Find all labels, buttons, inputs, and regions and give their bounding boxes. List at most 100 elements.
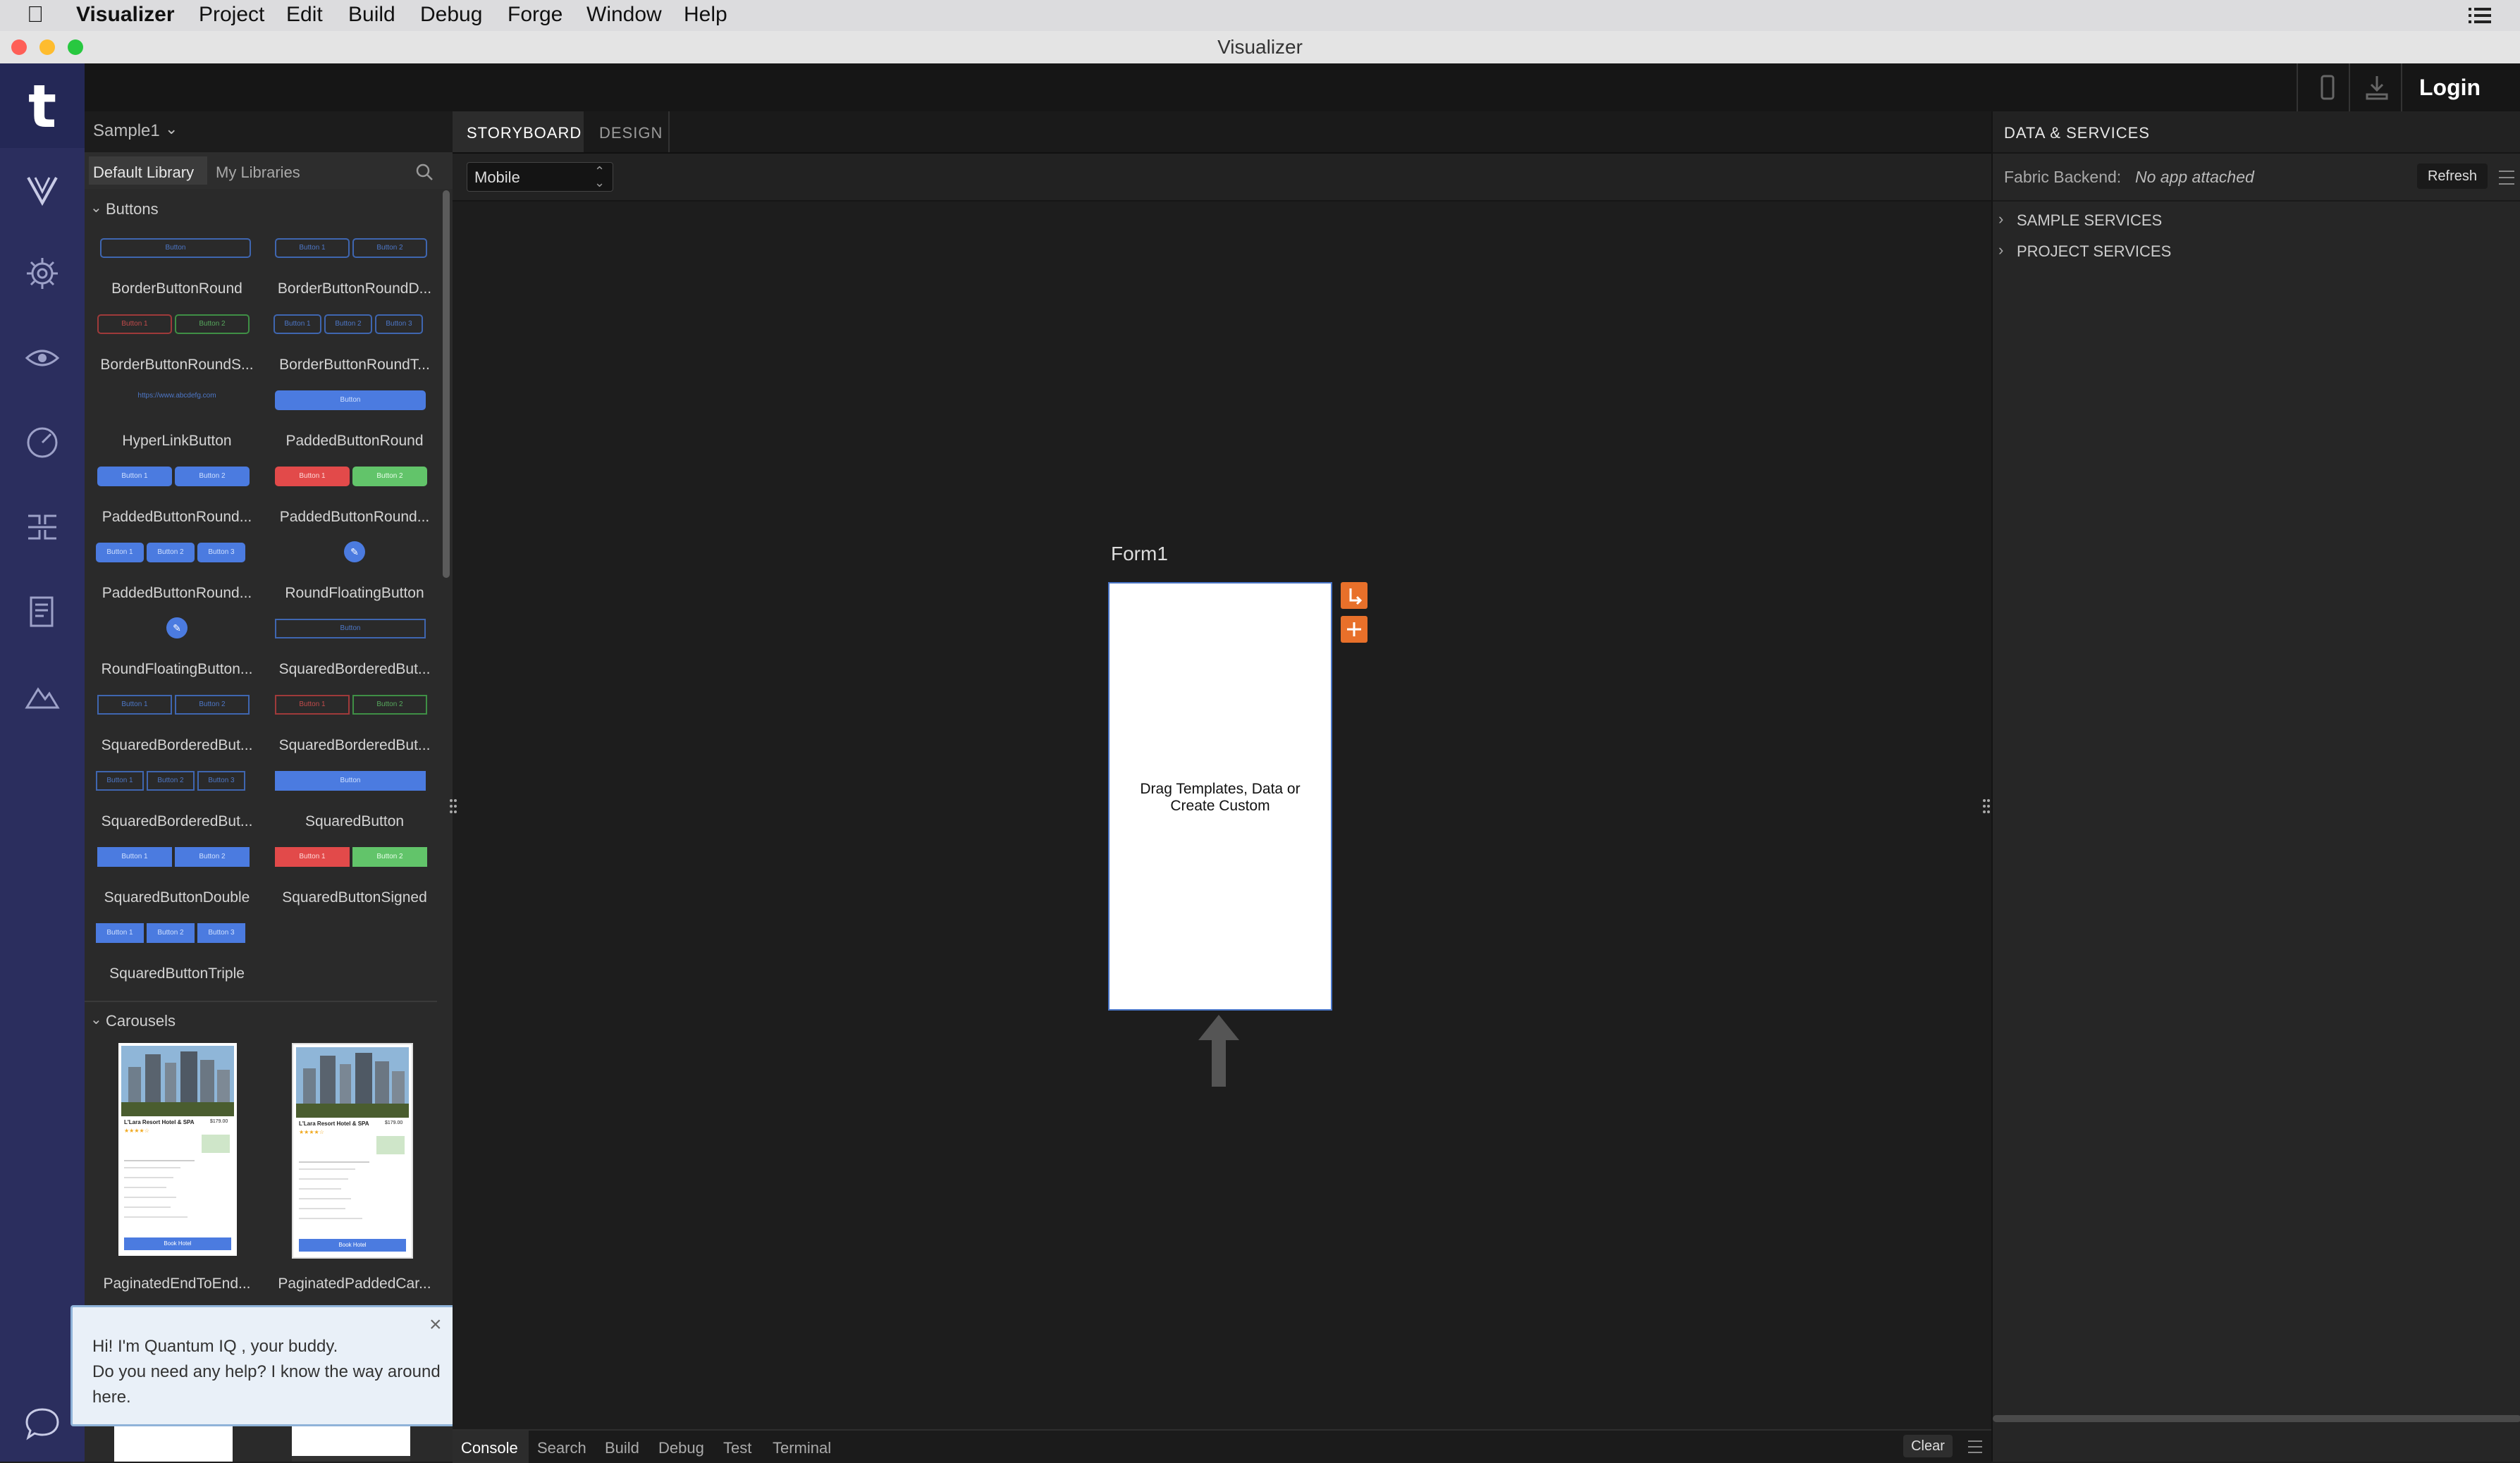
hotel-photo-image xyxy=(121,1046,234,1116)
tile-label: HyperLinkButton xyxy=(122,433,232,449)
chevron-right-icon: › xyxy=(1998,241,2004,259)
preview-button: Button xyxy=(275,619,426,638)
horizontal-scrollbar[interactable] xyxy=(1993,1415,2520,1422)
divider xyxy=(2297,63,2298,111)
right-splitter-handle[interactable] xyxy=(1981,774,1991,844)
tile-label: RoundFloatingButton xyxy=(285,585,424,601)
tile-padded-button-round-triple[interactable]: Button 1 Button 2 Button 3 PaddedButtonR… xyxy=(89,537,265,607)
hotel-photo-image xyxy=(296,1047,409,1118)
left-splitter-handle[interactable] xyxy=(448,774,458,844)
tile-border-button-round-triple[interactable]: Button 1 Button 2 Button 3 BorderButtonR… xyxy=(266,309,443,379)
preview-button: Button 1 xyxy=(273,314,321,334)
chevron-down-icon[interactable]: ⌄ xyxy=(165,120,178,138)
tile-squared-bordered-button-triple[interactable]: Button 1 Button 2 Button 3 SquaredBorder… xyxy=(89,765,265,836)
apple-logo-icon[interactable]:  xyxy=(27,1,44,27)
tile-label: BorderButtonRoundD... xyxy=(277,280,432,297)
library-scrollbar[interactable] xyxy=(443,190,450,578)
temenos-logo[interactable]: t xyxy=(0,63,85,148)
form-title[interactable]: Form1 xyxy=(1111,543,1168,565)
add-form-button[interactable] xyxy=(1341,616,1367,643)
refresh-button[interactable]: Refresh xyxy=(2417,163,2488,189)
close-icon[interactable]: × xyxy=(429,1313,442,1337)
tile-label: SquaredButtonDouble xyxy=(104,889,250,906)
download-icon[interactable] xyxy=(2363,73,2391,101)
tile-squared-button-triple[interactable]: Button 1 Button 2 Button 3 SquaredButton… xyxy=(89,918,265,988)
device-select-value: Mobile xyxy=(474,168,520,186)
visualizer-v-icon[interactable] xyxy=(21,169,63,211)
tile-squared-button-signed[interactable]: Button 1 Button 2 SquaredButtonSigned xyxy=(266,841,443,912)
tile-squared-bordered-button[interactable]: Button SquaredBorderedBut... xyxy=(266,613,443,684)
landscape-icon[interactable] xyxy=(21,675,63,717)
login-button[interactable]: Login xyxy=(2419,75,2481,101)
tile-padded-button-round-double[interactable]: Button 1 Button 2 PaddedButtonRound... xyxy=(89,461,265,531)
chat-bubble-icon[interactable] xyxy=(21,1402,63,1445)
preview-button: Button 2 xyxy=(175,467,250,486)
tile-label: SquaredButtonTriple xyxy=(109,965,245,982)
device-select[interactable]: Mobile ⌃ ⌄ xyxy=(467,162,613,192)
preview-button: Button 2 xyxy=(352,238,427,258)
menu-edit[interactable]: Edit xyxy=(286,3,323,27)
menu-build[interactable]: Build xyxy=(348,3,395,27)
list-menu-icon[interactable] xyxy=(2467,6,2493,25)
dark-band xyxy=(292,1456,410,1462)
assistant-message: Hi! I'm Quantum IQ , your buddy. Do you … xyxy=(92,1334,445,1410)
section-buttons-header[interactable]: Buttons xyxy=(106,200,159,218)
tab-build[interactable]: Build xyxy=(605,1439,639,1457)
preview-eye-icon[interactable] xyxy=(21,337,63,379)
tile-squared-bordered-button-signed[interactable]: Button 1 Button 2 SquaredBorderedBut... xyxy=(266,689,443,760)
tab-test[interactable]: Test xyxy=(723,1439,751,1457)
top-toolbar: Login xyxy=(85,63,2520,111)
preview-button: Button 2 xyxy=(147,771,195,791)
hamburger-menu-icon[interactable] xyxy=(1967,1439,1984,1455)
form-canvas[interactable]: Drag Templates, Data or Create Custom xyxy=(1108,582,1332,1011)
preview-button: Button 1 xyxy=(96,923,144,943)
tab-design[interactable]: DESIGN xyxy=(599,124,663,142)
device-preview-icon[interactable] xyxy=(2313,73,2342,101)
project-selector-bar: Sample1 ⌄ xyxy=(85,111,453,152)
preview-button: Button xyxy=(275,771,426,791)
library-panel: Sample1 ⌄ Default Library My Libraries ⌄… xyxy=(85,111,453,1462)
divider xyxy=(668,111,670,152)
tile-round-floating-button-variant[interactable]: ✎ RoundFloatingButton... xyxy=(89,613,265,684)
menu-help[interactable]: Help xyxy=(684,3,727,27)
tile-squared-button-double[interactable]: Button 1 Button 2 SquaredButtonDouble xyxy=(89,841,265,912)
chevron-down-icon[interactable]: ⌄ xyxy=(90,199,102,216)
preview-button: Button 3 xyxy=(197,543,245,562)
tile-label: PaddedButtonRound... xyxy=(102,585,252,601)
form-resize-button[interactable] xyxy=(1341,582,1367,609)
chevron-right-icon: › xyxy=(1998,210,2004,228)
menu-window[interactable]: Window xyxy=(586,3,662,27)
documents-icon[interactable] xyxy=(21,591,63,633)
tab-debug[interactable]: Debug xyxy=(658,1439,704,1457)
chevron-down-icon[interactable]: ⌄ xyxy=(90,1011,102,1028)
tile-padded-button-round[interactable]: Button PaddedButtonRound xyxy=(266,385,443,455)
menu-app-name[interactable]: Visualizer xyxy=(76,3,175,27)
tile-round-floating-button[interactable]: ✎ RoundFloatingButton xyxy=(266,537,443,607)
tile-hyperlink-button[interactable]: https://www.abcdefg.com HyperLinkButton xyxy=(89,385,265,455)
menu-project[interactable]: Project xyxy=(199,3,264,27)
tile-squared-bordered-button-double[interactable]: Button 1 Button 2 SquaredBorderedBut... xyxy=(89,689,265,760)
menu-debug[interactable]: Debug xyxy=(420,3,482,27)
tile-border-button-round[interactable]: Button BorderButtonRound xyxy=(89,233,265,303)
hamburger-menu-icon[interactable] xyxy=(2497,169,2516,186)
preview-button: Button 2 xyxy=(175,695,250,715)
clear-console-button[interactable]: Clear xyxy=(1903,1435,1953,1457)
tile-label: SquaredButtonSigned xyxy=(282,889,427,906)
tile-squared-button[interactable]: Button SquaredButton xyxy=(266,765,443,836)
tab-my-libraries[interactable]: My Libraries xyxy=(216,163,300,182)
plus-icon xyxy=(1347,622,1361,636)
performance-gauge-icon[interactable] xyxy=(21,421,63,464)
section-carousels-header[interactable]: Carousels xyxy=(106,1012,176,1030)
tile-border-button-round-double[interactable]: Button 1 Button 2 BorderButtonRoundD... xyxy=(266,233,443,303)
tab-search[interactable]: Search xyxy=(537,1439,586,1457)
tile-border-button-round-signed[interactable]: Button 1 Button 2 BorderButtonRoundS... xyxy=(89,309,265,379)
menu-forge[interactable]: Forge xyxy=(508,3,563,27)
search-icon[interactable] xyxy=(414,162,434,182)
integration-icon[interactable] xyxy=(21,506,63,548)
tab-terminal[interactable]: Terminal xyxy=(773,1439,831,1457)
tile-label: PaddedButtonRound... xyxy=(102,509,252,525)
left-nav-rail: t xyxy=(0,63,85,1462)
settings-gear-icon[interactable] xyxy=(21,252,63,295)
project-selector[interactable]: Sample1 xyxy=(93,121,160,141)
tile-padded-button-round-signed[interactable]: Button 1 Button 2 PaddedButtonRound... xyxy=(266,461,443,531)
